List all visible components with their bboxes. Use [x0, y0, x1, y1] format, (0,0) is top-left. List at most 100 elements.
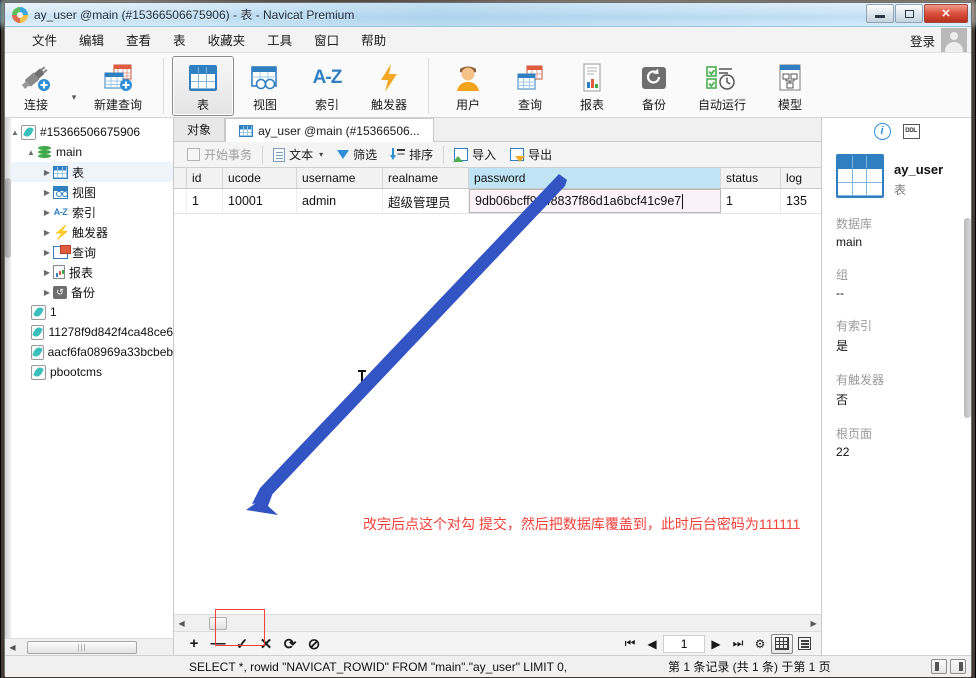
sidebar-hscroll-track[interactable]: ||| — [20, 640, 173, 655]
text-button[interactable]: 文本 ▾ — [266, 144, 330, 165]
grid-hscroll-track[interactable] — [189, 616, 806, 631]
ribbon-view-button[interactable]: 视图 — [234, 56, 296, 116]
tree-node-indexes[interactable]: ▶ A-Z 索引 — [5, 202, 173, 222]
refresh-button[interactable]: ⟳ — [278, 634, 302, 654]
ribbon-table-button[interactable]: 表 — [172, 56, 234, 116]
ribbon-index-button[interactable]: A-Z 索引 — [296, 56, 358, 116]
column-header-realname[interactable]: realname — [383, 168, 470, 188]
add-record-button[interactable]: + — [182, 634, 206, 654]
ribbon-new-query-button[interactable]: 新建查询 — [81, 56, 155, 116]
expand-arrow-icon[interactable]: ▲ — [25, 148, 37, 157]
menu-item-help[interactable]: 帮助 — [350, 27, 397, 52]
cell-ucode[interactable]: 10001 — [223, 189, 298, 213]
cell-log[interactable]: 135 — [781, 189, 821, 213]
row-selector-cell[interactable] — [174, 189, 188, 213]
collapse-arrow-icon[interactable]: ▶ — [41, 208, 53, 217]
next-page-button[interactable]: ▶ — [705, 634, 727, 654]
sidebar-hscroll-thumb[interactable]: ||| — [27, 640, 137, 654]
cell-status[interactable]: 1 — [721, 189, 782, 213]
prev-page-button[interactable]: ◀ — [641, 634, 663, 654]
grid-horizontal-scrollbar[interactable]: ◀ ▶ — [174, 614, 822, 631]
export-button[interactable]: 导出 — [503, 144, 559, 165]
column-header-log[interactable]: log — [781, 168, 821, 188]
grid-hscroll-thumb[interactable] — [209, 616, 228, 630]
tree-node-reports[interactable]: ▶ 报表 — [5, 262, 173, 282]
cell-username[interactable]: admin — [297, 189, 384, 213]
sidebar-vertical-scrollbar[interactable] — [5, 118, 11, 655]
table-row[interactable]: 1 10001 admin 超级管理员 9db06bcff9248837f86d… — [174, 189, 822, 214]
tree-node-tables[interactable]: ▶ 表 — [5, 162, 174, 182]
column-header-status[interactable]: status — [721, 168, 782, 188]
ribbon-model-button[interactable]: 模型 — [759, 56, 821, 116]
import-button[interactable]: 导入 — [447, 144, 503, 165]
scroll-left-arrow-icon[interactable]: ◀ — [5, 643, 20, 652]
toggle-left-panel-button[interactable] — [931, 659, 947, 674]
info-icon[interactable]: i — [873, 122, 891, 140]
sidebar-scroll-thumb[interactable] — [5, 178, 11, 258]
begin-transaction-button[interactable]: 开始事务 — [180, 144, 259, 165]
tree-node-triggers[interactable]: ▶ ⚡ 触发器 — [5, 222, 173, 242]
avatar[interactable] — [941, 28, 967, 52]
connection-dropdown-caret[interactable]: ▾ — [67, 92, 81, 103]
ribbon-connection-button[interactable]: 连接 — [5, 56, 67, 116]
grid-view-button[interactable] — [771, 633, 794, 654]
menu-item-favorites[interactable]: 收藏夹 — [197, 27, 257, 52]
maximize-button[interactable] — [895, 4, 923, 23]
tree-node-conn-1[interactable]: 1 — [5, 302, 173, 322]
page-number-input[interactable]: 1 — [663, 634, 706, 653]
ribbon-user-button[interactable]: 用户 — [437, 56, 499, 116]
menu-item-view[interactable]: 查看 — [115, 27, 162, 52]
collapse-arrow-icon[interactable]: ▶ — [41, 188, 53, 197]
scroll-left-arrow-icon[interactable]: ◀ — [174, 619, 189, 628]
filter-button[interactable]: 筛选 — [330, 144, 384, 173]
menu-item-table[interactable]: 表 — [162, 27, 197, 52]
tree-node-connection[interactable]: ▲ #15366506675906 — [5, 122, 173, 142]
cell-password-editing[interactable]: 9db06bcff9248837f86d1a6bcf41c9e7 — [469, 189, 722, 213]
ribbon-report-button[interactable]: 报表 — [561, 56, 623, 116]
form-view-button[interactable] — [793, 634, 815, 654]
column-header-ucode[interactable]: ucode — [223, 168, 298, 188]
tree-node-backups[interactable]: ▶ ↺ 备份 — [5, 282, 173, 302]
column-header-password[interactable]: password — [469, 168, 722, 188]
tree-node-views[interactable]: ▶ 视图 — [5, 182, 173, 202]
tree-node-conn-4[interactable]: pbootcms — [5, 362, 173, 382]
collapse-arrow-icon[interactable]: ▶ — [41, 228, 53, 237]
tree-node-conn-3[interactable]: aacf6fa08969a33bcbeb — [5, 342, 173, 362]
apply-changes-button[interactable]: ✓ — [230, 634, 254, 654]
column-header-username[interactable]: username — [297, 168, 384, 188]
menu-item-window[interactable]: 窗口 — [303, 27, 350, 52]
toggle-right-panel-button[interactable] — [950, 659, 966, 674]
collapse-arrow-icon[interactable]: ▶ — [41, 248, 53, 257]
menu-item-tools[interactable]: 工具 — [256, 27, 303, 52]
stop-button[interactable]: ⊘ — [302, 634, 326, 654]
first-page-button[interactable]: ⏮ — [619, 634, 641, 654]
collapse-arrow-icon[interactable]: ▶ — [41, 168, 53, 177]
cell-id[interactable]: 1 — [187, 189, 224, 213]
cancel-changes-button[interactable]: ✕ — [254, 634, 278, 654]
login-label[interactable]: 登录 — [910, 31, 935, 50]
data-grid[interactable]: id ucode username realname password stat… — [174, 168, 822, 614]
last-page-button[interactable]: ⏭ — [727, 634, 749, 654]
scroll-right-arrow-icon[interactable]: ▶ — [806, 619, 821, 628]
collapse-arrow-icon[interactable]: ▶ — [41, 268, 53, 277]
tree-node-queries[interactable]: ▶ 查询 — [5, 242, 173, 262]
menu-item-file[interactable]: 文件 — [21, 27, 68, 52]
ribbon-automation-button[interactable]: 自动运行 — [685, 56, 759, 116]
ddl-icon[interactable]: DDL — [902, 123, 920, 139]
ribbon-backup-button[interactable]: 备份 — [623, 56, 685, 116]
cell-realname[interactable]: 超级管理员 — [383, 189, 470, 213]
chevron-down-icon[interactable]: ▾ — [319, 150, 323, 159]
tab-ay-user[interactable]: ay_user @main (#15366506... — [225, 118, 434, 142]
info-panel-scrollbar[interactable] — [964, 218, 971, 418]
tree-node-conn-2[interactable]: 11278f9d842f4ca48ce6 — [5, 322, 173, 342]
sort-button[interactable]: 排序 — [384, 144, 440, 165]
ribbon-query-button[interactable]: 查询 — [499, 56, 561, 116]
ribbon-trigger-button[interactable]: 触发器 — [358, 56, 420, 116]
sidebar-horizontal-scrollbar[interactable]: ◀ ||| ▶ — [5, 638, 174, 655]
delete-record-button[interactable]: — — [206, 634, 230, 654]
tab-objects[interactable]: 对象 — [174, 118, 226, 141]
tree-node-main[interactable]: ▲ main — [5, 142, 173, 162]
settings-gear-button[interactable]: ⚙ — [749, 634, 771, 654]
login-area[interactable]: 登录 — [910, 27, 967, 53]
close-button[interactable]: ✕ — [924, 4, 968, 23]
